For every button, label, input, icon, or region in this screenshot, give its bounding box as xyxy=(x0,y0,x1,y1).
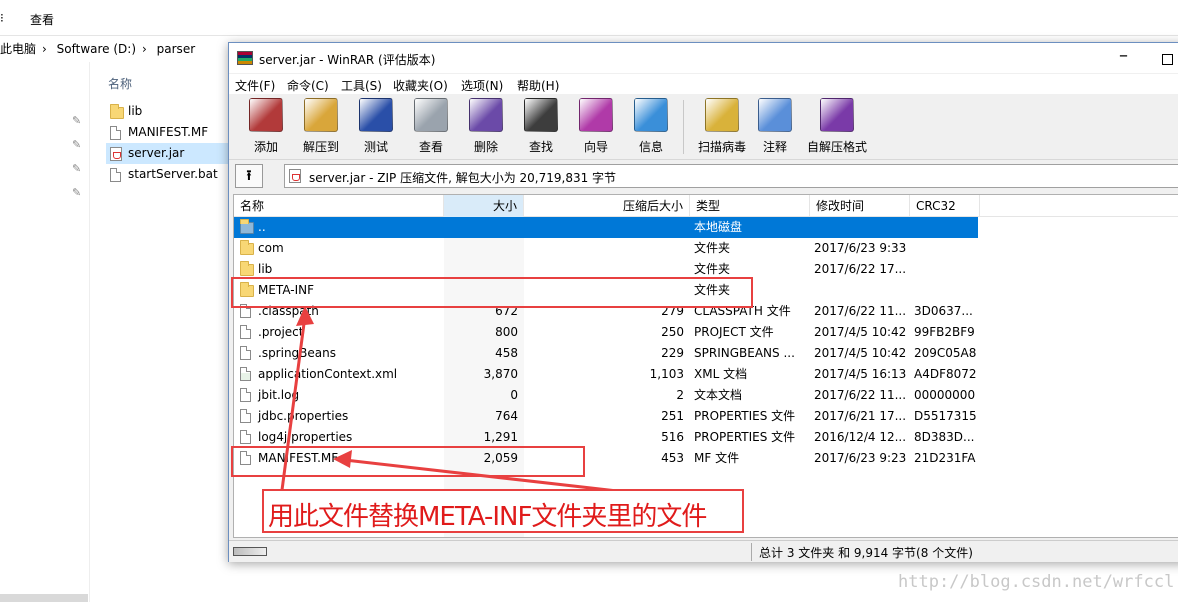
arrow-head-icon xyxy=(333,450,352,468)
screenshot: ⁝ 查看 此电脑 › Software (D:) › parser ✎ ✎ ✎ ✎ … xyxy=(0,0,1178,602)
arrow-to-meta-inf xyxy=(280,315,307,491)
annotation-caption-box: 用此文件替换META-INF文件夹里的文件 xyxy=(262,489,744,533)
watermark: http://blog.csdn.net/wrfccl xyxy=(898,572,1175,592)
arrow-head-icon xyxy=(296,306,314,326)
annotation-caption: 用此文件替换META-INF文件夹里的文件 xyxy=(268,502,707,532)
